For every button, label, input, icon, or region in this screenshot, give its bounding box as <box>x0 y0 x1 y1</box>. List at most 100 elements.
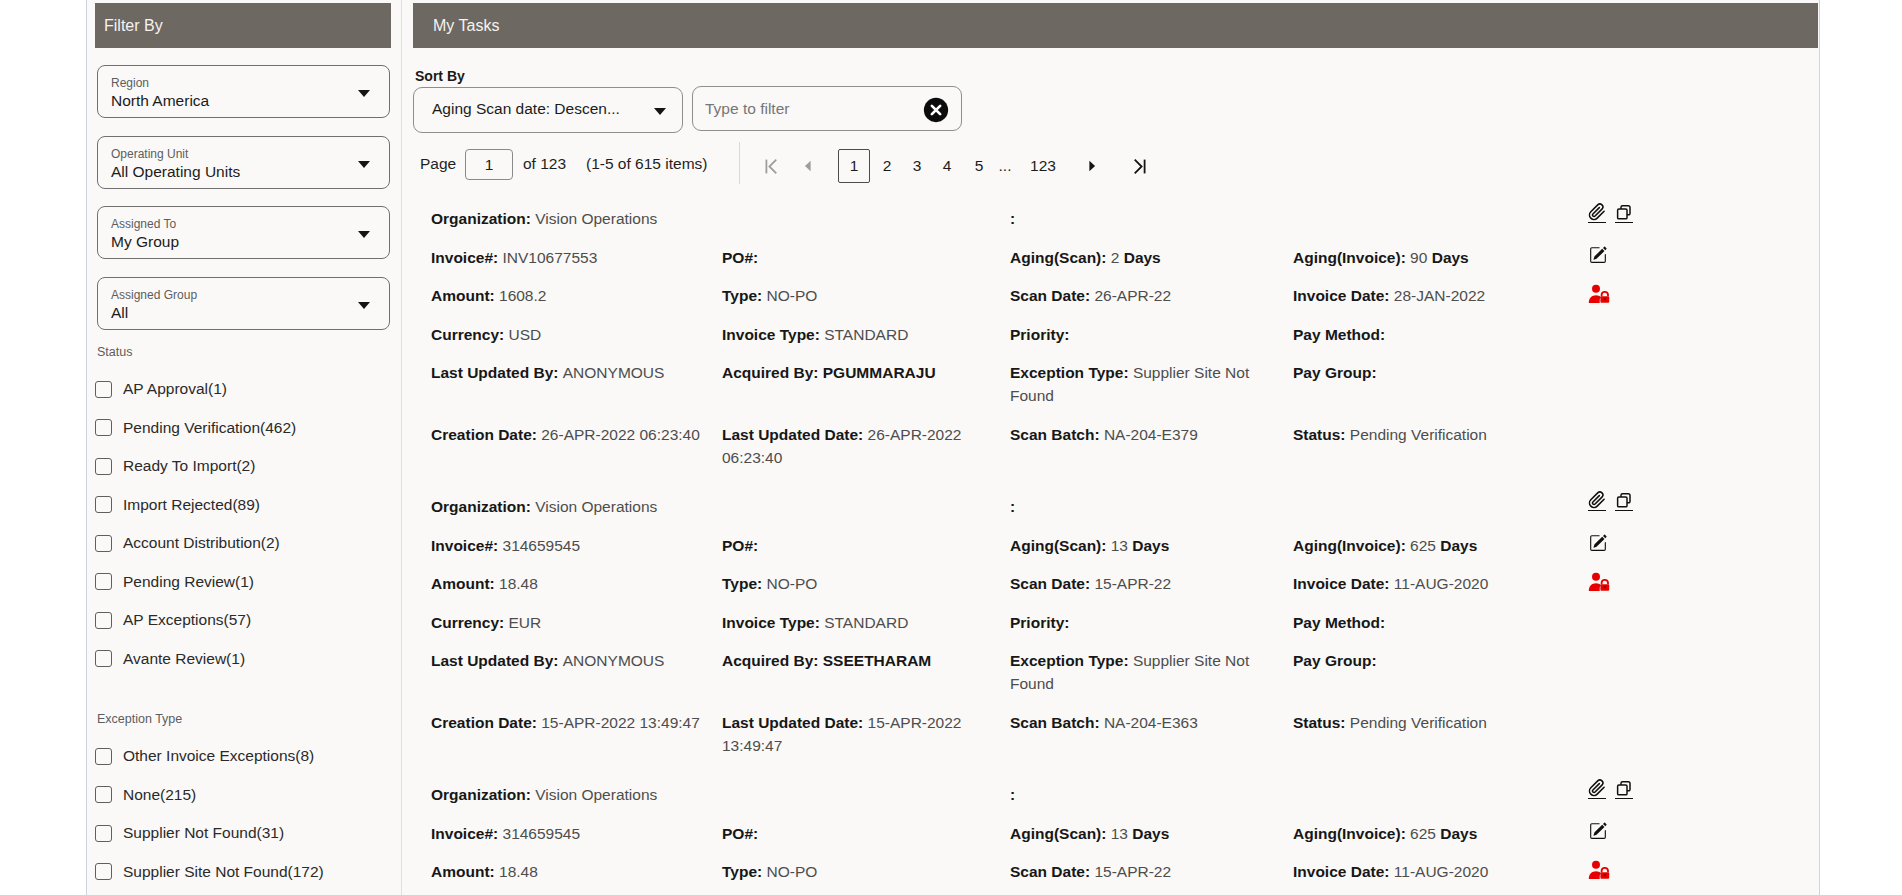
field-amount: Amount: 18.48 <box>431 860 722 883</box>
copy-icon[interactable] <box>1615 491 1633 511</box>
edit-icon[interactable] <box>1589 826 1607 843</box>
checkbox[interactable] <box>95 419 112 436</box>
filter-checkbox-row[interactable]: Supplier Not Found(31) <box>95 823 284 843</box>
filter-checkbox-row[interactable]: Pending Review(1) <box>95 572 254 592</box>
field-scan-date: Scan Date: 15-APR-22 <box>1010 572 1293 595</box>
filter-checkbox-row[interactable]: Avante Review(1) <box>95 649 245 669</box>
chevron-down-icon <box>358 90 370 97</box>
next-page-button[interactable] <box>1083 149 1101 183</box>
field-blank: : <box>1010 495 1293 518</box>
page-number-123[interactable]: 123 <box>1019 149 1067 183</box>
checkbox[interactable] <box>95 650 112 667</box>
dropdown-label: Operating Unit <box>111 147 188 161</box>
sort-dropdown[interactable]: Aging Scan date: Descen... <box>413 87 683 133</box>
filter-dropdown-operating-unit[interactable]: Operating UnitAll Operating Units <box>97 136 390 189</box>
page-number-2[interactable]: 2 <box>872 149 902 183</box>
field-po: PO#: <box>722 822 1010 845</box>
sidebar-main-divider <box>401 0 402 895</box>
chevron-down-icon <box>358 161 370 168</box>
field-amount: Amount: 18.48 <box>431 572 722 595</box>
dropdown-label: Assigned To <box>111 217 176 231</box>
filter-checkbox-row[interactable]: Account Distribution(2) <box>95 533 280 553</box>
filter-dropdown-assigned-group[interactable]: Assigned GroupAll <box>97 277 390 330</box>
filter-input[interactable] <box>705 93 915 124</box>
page-number-1[interactable]: 1 <box>838 149 870 183</box>
checkbox[interactable] <box>95 573 112 590</box>
chevron-down-icon <box>358 231 370 238</box>
field-type: Type: NO-PO <box>722 284 1010 307</box>
page-number-input[interactable] <box>465 149 513 180</box>
checkbox[interactable] <box>95 612 112 629</box>
checkbox-label: Avante Review(1) <box>123 650 245 668</box>
dropdown-label: Region <box>111 76 149 90</box>
field-creation-date: Creation Date: 15-APR-2022 13:49:47 <box>431 711 722 757</box>
field-invoice-type: Invoice Type: STANDARD <box>722 611 1010 634</box>
field-creation-date: Creation Date: 26-APR-2022 06:23:40 <box>431 423 722 469</box>
field-scan-date: Scan Date: 15-APR-22 <box>1010 860 1293 883</box>
clear-filter-button[interactable] <box>923 97 949 123</box>
checkbox[interactable] <box>95 748 112 765</box>
filter-checkbox-row[interactable]: AP Exceptions(57) <box>95 610 251 630</box>
filter-checkbox-row[interactable]: None(215) <box>95 785 196 805</box>
filter-checkbox-row[interactable]: Other Invoice Exceptions(8) <box>95 746 314 766</box>
checkbox-label: Account Distribution(2) <box>123 534 280 552</box>
checkbox[interactable] <box>95 496 112 513</box>
pager-ellipsis: ... <box>990 149 1020 183</box>
field-agingscan: Aging(Scan): 2 Days <box>1010 246 1293 269</box>
page-of-label: of 123 <box>523 155 566 173</box>
page-number-3[interactable]: 3 <box>902 149 932 183</box>
checkbox-label: AP Approval(1) <box>123 380 227 398</box>
field-currency: Currency: EUR <box>431 611 722 634</box>
filter-dropdown-assigned-to[interactable]: Assigned To My Group <box>97 206 390 259</box>
page-number-4[interactable]: 4 <box>932 149 962 183</box>
filter-checkbox-row[interactable]: Pending Verification(462) <box>95 418 296 438</box>
checkbox[interactable] <box>95 786 112 803</box>
first-page-button[interactable] <box>760 149 782 183</box>
field-pay-method: Pay Method: <box>1293 611 1593 634</box>
field-status: Status: Pending Verification <box>1293 423 1593 469</box>
filter-checkbox-row[interactable]: AP Approval(1) <box>95 379 227 399</box>
checkbox-label: None(215) <box>123 786 196 804</box>
checkbox-label: AP Exceptions(57) <box>123 611 251 629</box>
checkbox[interactable] <box>95 458 112 475</box>
attachment-icon[interactable] <box>1588 491 1606 511</box>
field-exception-type: Exception Type: Supplier Site NotFound <box>1010 361 1293 407</box>
checkbox[interactable] <box>95 535 112 552</box>
field-type: Type: NO-PO <box>722 572 1010 595</box>
filter-checkbox-row[interactable]: Supplier Site Not Found(172) <box>95 862 324 882</box>
field-currency: Currency: USD <box>431 323 722 346</box>
filter-checkbox-row[interactable]: Import Rejected(89) <box>95 495 260 515</box>
user-lock-icon[interactable] <box>1588 290 1611 307</box>
task-card: Organization: Vision Operations:Invoice#… <box>431 783 1631 883</box>
edit-icon[interactable] <box>1589 538 1607 555</box>
filter-by-header: Filter By <box>95 3 391 48</box>
dropdown-value: My Group <box>111 233 179 251</box>
field-po: PO#: <box>722 246 1010 269</box>
copy-icon[interactable] <box>1615 779 1633 799</box>
filter-by-title: Filter By <box>104 17 163 35</box>
last-page-button[interactable] <box>1128 149 1150 183</box>
checkbox[interactable] <box>95 381 112 398</box>
field-acquired-by: Acquired By: PGUMMARAJU <box>722 361 1010 407</box>
filter-dropdown-region[interactable]: Region North America <box>97 65 390 118</box>
checkbox[interactable] <box>95 863 112 880</box>
task-card: Organization: Vision Operations:Invoice#… <box>431 495 1631 757</box>
attachment-icon[interactable] <box>1588 203 1606 223</box>
field-scan-batch: Scan Batch: NA-204-E379 <box>1010 423 1293 469</box>
user-lock-icon[interactable] <box>1588 866 1611 883</box>
user-lock-icon[interactable] <box>1588 578 1611 595</box>
copy-icon[interactable] <box>1615 203 1633 223</box>
edit-icon[interactable] <box>1589 250 1607 267</box>
field-type: Type: NO-PO <box>722 860 1010 883</box>
field-priority: Priority: <box>1010 611 1293 634</box>
field-invoice-date: Invoice Date: 11-AUG-2020 <box>1293 572 1593 595</box>
attachment-icon[interactable] <box>1588 779 1606 799</box>
checkbox[interactable] <box>95 825 112 842</box>
field-invoice: Invoice#: INV10677553 <box>431 246 722 269</box>
field-status: Status: Pending Verification <box>1293 711 1593 757</box>
dropdown-value: North America <box>111 92 209 110</box>
prev-page-button[interactable] <box>799 149 817 183</box>
sort-by-label: Sort By <box>415 68 465 84</box>
checkbox-label: Supplier Site Not Found(172) <box>123 863 324 881</box>
filter-checkbox-row[interactable]: Ready To Import(2) <box>95 456 255 476</box>
